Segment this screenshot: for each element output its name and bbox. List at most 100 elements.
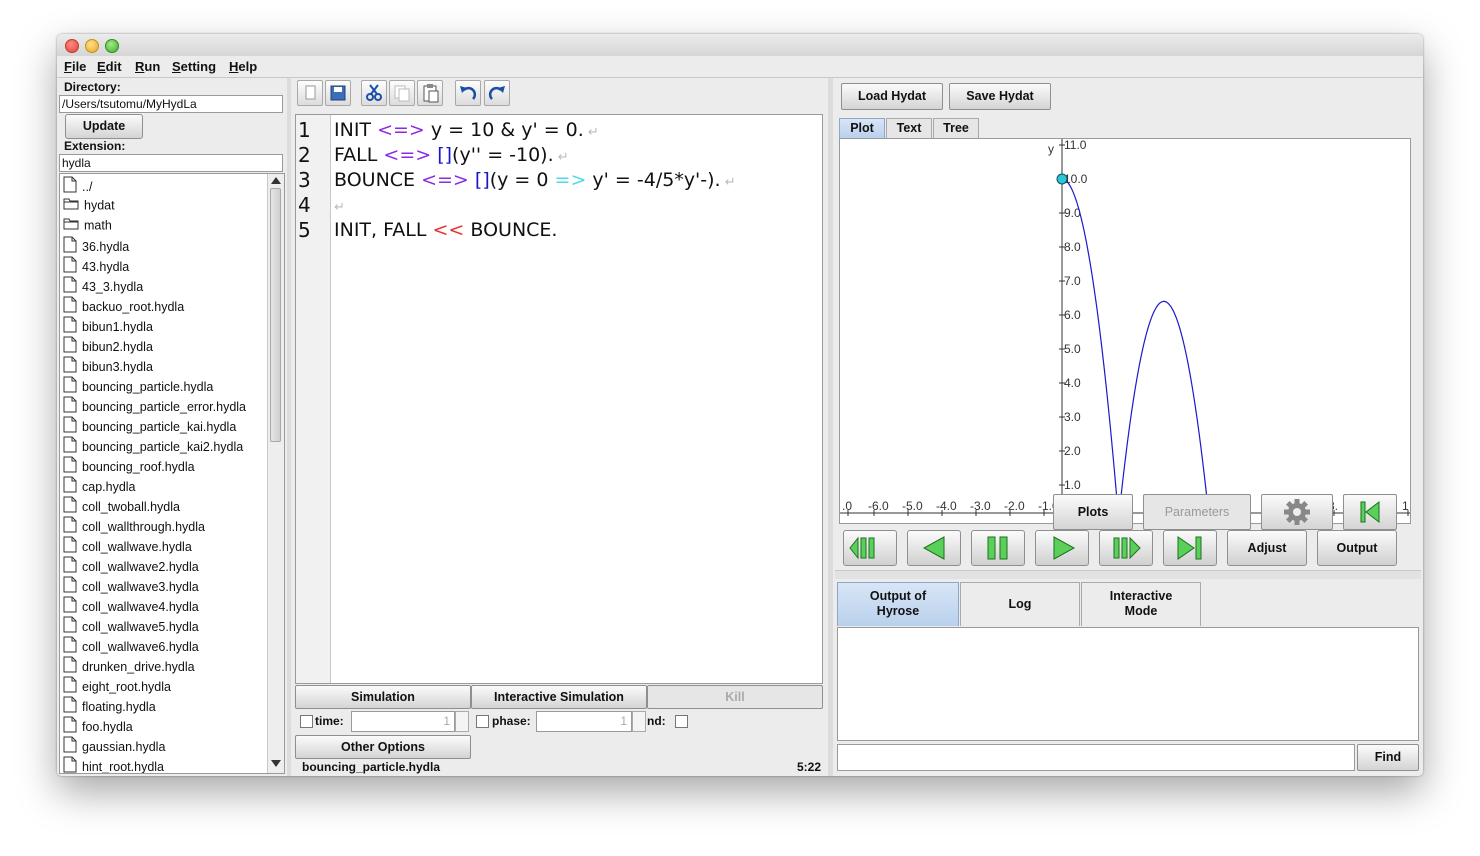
file-list-item[interactable]: bibun2.hydla bbox=[63, 336, 153, 355]
extension-field[interactable]: hydla bbox=[59, 154, 283, 172]
directory-label: Directory: bbox=[64, 80, 121, 94]
file-list-item[interactable]: bouncing_particle_error.hydla bbox=[63, 396, 246, 415]
scroll-thumb[interactable] bbox=[270, 188, 281, 442]
tab-plot[interactable]: Plot bbox=[839, 118, 885, 138]
line-number: 2 bbox=[298, 143, 311, 167]
code-line: ↵ bbox=[334, 194, 345, 216]
output-text-area[interactable] bbox=[837, 627, 1419, 741]
file-list-item[interactable]: bouncing_roof.hydla bbox=[63, 456, 195, 475]
undo-icon[interactable] bbox=[455, 80, 481, 106]
paste-icon[interactable] bbox=[417, 80, 443, 106]
file-list-item[interactable]: drunken_drive.hydla bbox=[63, 656, 195, 675]
close-window-button[interactable] bbox=[65, 39, 79, 53]
new-file-icon[interactable] bbox=[297, 80, 323, 106]
tab-output-of-hyrose[interactable]: Output of Hyrose bbox=[837, 582, 959, 626]
find-input[interactable] bbox=[837, 744, 1355, 771]
file-list-item[interactable]: math bbox=[63, 216, 112, 235]
file-list-item[interactable]: bibun1.hydla bbox=[63, 316, 153, 335]
file-list-item[interactable]: coll_wallthrough.hydla bbox=[63, 516, 205, 535]
file-list-item[interactable]: hint_root.hydla bbox=[63, 756, 164, 773]
load-hydat-button[interactable]: Load Hydat bbox=[841, 83, 943, 110]
plots-button[interactable]: Plots bbox=[1053, 494, 1133, 530]
file-list-item[interactable]: ../ bbox=[63, 176, 92, 195]
step-forward-button[interactable] bbox=[1099, 530, 1153, 566]
pane-divider[interactable] bbox=[835, 570, 1421, 579]
menu-edit[interactable]: Edit bbox=[97, 59, 122, 74]
save-icon[interactable] bbox=[325, 80, 351, 106]
file-list-item[interactable]: coll_wallwave4.hydla bbox=[63, 596, 199, 615]
file-list-item[interactable]: bouncing_particle_kai2.hydla bbox=[63, 436, 243, 455]
copy-icon[interactable] bbox=[389, 80, 415, 106]
file-list-item[interactable]: coll_wallwave6.hydla bbox=[63, 636, 199, 655]
tab-tree[interactable]: Tree bbox=[933, 118, 979, 138]
code-editor[interactable]: 1 2 3 4 5 INIT <=> y = 10 & y' = 0. ↵ FAL… bbox=[295, 114, 823, 684]
line-number-gutter: 1 2 3 4 5 bbox=[296, 115, 331, 683]
file-list-item[interactable]: 43.hydla bbox=[63, 256, 129, 275]
file-list-item[interactable]: eight_root.hydla bbox=[63, 676, 171, 695]
file-list-item[interactable]: gaussian.hydla bbox=[63, 736, 165, 755]
file-list-item[interactable]: foo.hydla bbox=[63, 716, 133, 735]
file-list-item[interactable]: 36.hydla bbox=[63, 236, 129, 255]
menu-run[interactable]: Run bbox=[135, 59, 160, 74]
phase-field[interactable]: 1 bbox=[536, 711, 632, 732]
file-list-scrollbar[interactable] bbox=[267, 174, 284, 773]
simulation-button[interactable]: Simulation bbox=[295, 685, 471, 709]
file-list-item[interactable]: floating.hydla bbox=[63, 696, 156, 715]
code-token: (y'' = -10). bbox=[452, 144, 554, 166]
interactive-simulation-button[interactable]: Interactive Simulation bbox=[471, 685, 647, 709]
kill-button[interactable]: Kill bbox=[647, 685, 823, 709]
file-name: cap.hydla bbox=[82, 479, 136, 494]
tab-log[interactable]: Log bbox=[960, 582, 1080, 626]
scroll-down-arrow[interactable] bbox=[271, 760, 281, 767]
skip-to-end-button[interactable] bbox=[1163, 530, 1217, 566]
minimize-window-button[interactable] bbox=[85, 39, 99, 53]
zoom-window-button[interactable] bbox=[105, 39, 119, 53]
cut-icon[interactable] bbox=[361, 80, 387, 106]
redo-icon[interactable] bbox=[484, 80, 510, 106]
menu-help[interactable]: Help bbox=[229, 59, 257, 74]
step-backward-button[interactable] bbox=[843, 530, 897, 566]
file-list-item[interactable]: cap.hydla bbox=[63, 476, 136, 495]
file-list-item[interactable]: 43_3.hydla bbox=[63, 276, 143, 295]
menu-file[interactable]: File bbox=[64, 59, 86, 74]
nd-checkbox[interactable] bbox=[675, 715, 688, 728]
file-name: floating.hydla bbox=[82, 699, 156, 714]
play-button[interactable] bbox=[1035, 530, 1089, 566]
phase-stepper[interactable] bbox=[632, 711, 646, 732]
file-list-item[interactable]: coll_wallwave5.hydla bbox=[63, 616, 199, 635]
parameters-button[interactable]: Parameters bbox=[1143, 494, 1251, 530]
right-splitter[interactable] bbox=[828, 78, 833, 776]
file-name: 43_3.hydla bbox=[82, 279, 144, 294]
save-hydat-button[interactable]: Save Hydat bbox=[949, 83, 1051, 110]
file-list-item[interactable]: bouncing_particle.hydla bbox=[63, 376, 213, 395]
file-list-item[interactable]: backuo_root.hydla bbox=[63, 296, 184, 315]
directory-field[interactable]: /Users/tsutomu/MyHydLa bbox=[59, 95, 283, 113]
other-options-button[interactable]: Other Options bbox=[295, 735, 471, 759]
update-button[interactable]: Update bbox=[65, 114, 143, 139]
pause-button[interactable] bbox=[971, 530, 1025, 566]
play-backward-button[interactable] bbox=[907, 530, 961, 566]
find-button[interactable]: Find bbox=[1357, 744, 1419, 771]
tab-text[interactable]: Text bbox=[886, 118, 932, 138]
phase-checkbox[interactable] bbox=[476, 715, 489, 728]
tab-interactive-mode[interactable]: Interactive Mode bbox=[1081, 582, 1201, 626]
scroll-up-arrow[interactable] bbox=[271, 177, 281, 184]
time-field[interactable]: 1 bbox=[351, 711, 455, 732]
adjust-button[interactable]: Adjust bbox=[1227, 530, 1307, 566]
left-splitter[interactable] bbox=[287, 78, 291, 776]
file-list-item[interactable]: bibun3.hydla bbox=[63, 356, 153, 375]
output-button[interactable]: Output bbox=[1317, 530, 1397, 566]
settings-button[interactable] bbox=[1261, 494, 1333, 530]
file-list-item[interactable]: hydat bbox=[63, 196, 115, 215]
file-list-item[interactable]: coll_wallwave.hydla bbox=[63, 536, 192, 555]
file-list-item[interactable]: coll_twoball.hydla bbox=[63, 496, 180, 515]
time-checkbox[interactable] bbox=[300, 715, 313, 728]
file-list-item[interactable]: coll_wallwave2.hydla bbox=[63, 556, 199, 575]
file-list-item[interactable]: coll_wallwave3.hydla bbox=[63, 576, 199, 595]
time-stepper[interactable] bbox=[455, 711, 469, 732]
menu-setting[interactable]: Setting bbox=[172, 59, 216, 74]
plot-area[interactable]: y 11.0 10.0 9.0 8.0 7.0 6.0 5.0 4.0 3.0 2.0 1.0.0 -6… bbox=[839, 138, 1411, 524]
tab-label-line: Log bbox=[1008, 597, 1032, 611]
first-frame-button[interactable] bbox=[1343, 494, 1397, 530]
file-list-item[interactable]: bouncing_particle_kai.hydla bbox=[63, 416, 236, 435]
